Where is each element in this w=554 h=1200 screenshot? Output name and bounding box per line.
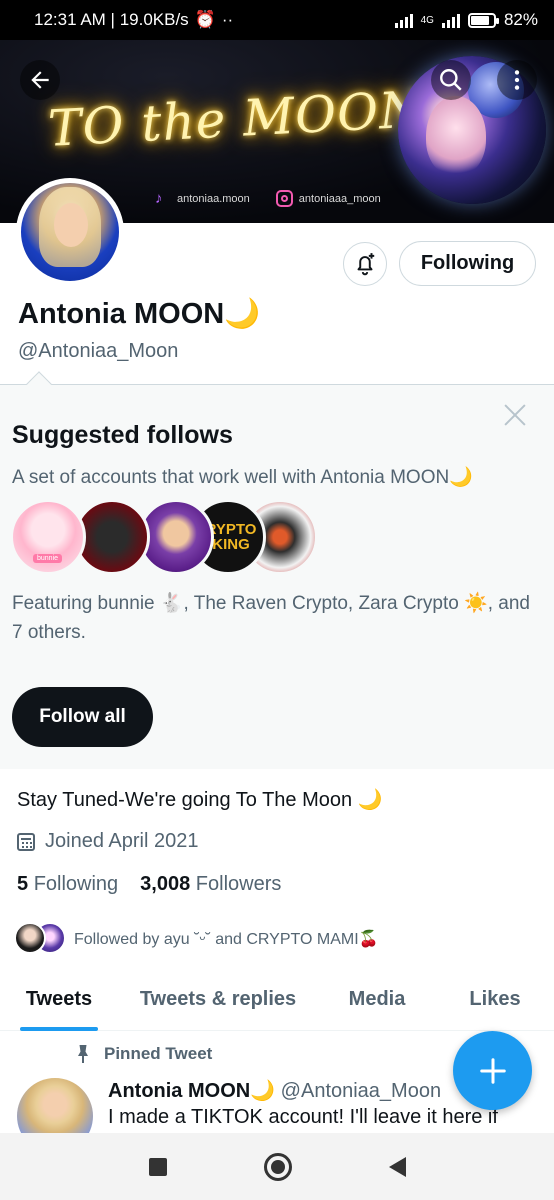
pinned-tweet-label-row: Pinned Tweet — [76, 1044, 212, 1064]
banner-title: TO the MOON — [46, 80, 426, 158]
profile-handle: @Antoniaa_Moon — [18, 340, 179, 362]
system-navigation-bar — [0, 1133, 554, 1200]
status-time-speed: 12:31 AM | 19.0KB/s — [34, 10, 189, 29]
tab-label: Likes — [469, 988, 521, 1010]
notifications-bell-button[interactable] — [343, 242, 387, 286]
following-count: 5 — [17, 873, 29, 895]
follow-all-button[interactable]: Follow all — [12, 687, 153, 747]
back-button[interactable] — [20, 60, 60, 100]
following-stat[interactable]: 5 Following — [17, 873, 118, 896]
network-type-label: 4G — [420, 14, 434, 26]
home-icon[interactable] — [263, 1152, 292, 1181]
status-bar: 12:31 AM | 19.0KB/s ⏰ ·· 4G 82% — [0, 0, 554, 40]
suggested-featuring-text: Featuring bunnie 🐇, The Raven Crypto, Za… — [12, 593, 530, 643]
joined-date: Joined April 2021 — [17, 830, 198, 853]
profile-avatar[interactable] — [16, 178, 124, 286]
followers-count: 3,008 — [140, 873, 191, 895]
tweet-header[interactable]: Antonia MOON🌙 @Antoniaa_Moon — [108, 1078, 441, 1103]
pinned-tweet-label: Pinned Tweet — [104, 1044, 213, 1063]
back-triangle-icon[interactable] — [388, 1156, 406, 1177]
followers-stat[interactable]: 3,008 Followers — [140, 873, 281, 896]
tweet-author-handle: @Antoniaa_Moon — [280, 1080, 442, 1102]
tab-label: Tweets & replies — [139, 988, 297, 1010]
tab-tweets-replies[interactable]: Tweets & replies — [118, 968, 318, 1031]
avatar-bunnie-label: bunnie — [33, 554, 63, 563]
compose-tweet-button[interactable] — [453, 1031, 532, 1110]
tab-tweets[interactable]: Tweets — [0, 968, 118, 1031]
close-icon[interactable] — [500, 399, 530, 429]
tab-likes[interactable]: Likes — [436, 968, 554, 1031]
following-label: Following — [33, 873, 119, 895]
plus-icon — [479, 1057, 506, 1084]
recent-apps-icon[interactable] — [148, 1157, 167, 1176]
instagram-handle: antoniaaa_moon — [298, 192, 381, 205]
joined-date-text: Joined April 2021 — [45, 830, 199, 852]
follow-stats: 5 Following 3,008 Followers — [17, 873, 281, 896]
calendar-icon — [17, 832, 35, 851]
tab-label: Tweets — [25, 988, 93, 1010]
wifi-signal-icon — [394, 12, 413, 28]
followed-by-text: Followed by ayu ˘ᵕ˘ and CRYPTO MAMI🍒 — [74, 931, 379, 948]
banner-social-row: ♪ antoniaa.moon antoniaaa_moon — [155, 190, 381, 207]
followed-by-avatar — [14, 922, 46, 954]
tweet-author-name: Antonia MOON🌙 — [108, 1080, 276, 1102]
following-button[interactable]: Following — [399, 241, 536, 286]
cell-signal-icon — [441, 12, 460, 28]
active-tab-indicator — [20, 1027, 98, 1031]
suggested-avatar-bunnie[interactable]: bunnie — [10, 499, 86, 575]
battery-percent: 82% — [503, 10, 538, 29]
tab-label: Media — [348, 988, 406, 1010]
suggested-follows-title: Suggested follows — [12, 421, 233, 449]
tiktok-icon: ♪ — [155, 189, 163, 207]
tweet-text[interactable]: I made a TIKTOK account! I'll leave it h… — [108, 1106, 498, 1129]
tab-media[interactable]: Media — [318, 968, 436, 1031]
more-notifications-icon: ·· — [221, 10, 234, 29]
profile-display-name: Antonia MOON🌙 — [18, 298, 261, 330]
suggested-follows-subtitle: A set of accounts that work well with An… — [12, 467, 473, 488]
profile-tabs: Tweets Tweets & replies Media Likes — [0, 968, 554, 1031]
search-button[interactable] — [431, 60, 471, 100]
profile-bio: Stay Tuned-We're going To The Moon 🌙 — [17, 789, 383, 811]
more-vertical-icon — [514, 70, 520, 90]
bell-plus-icon — [357, 253, 375, 276]
more-options-button[interactable] — [497, 60, 537, 100]
pin-icon — [76, 1045, 90, 1063]
search-icon — [440, 69, 462, 91]
tiktok-handle: antoniaa.moon — [177, 192, 250, 205]
battery-icon — [467, 12, 499, 28]
instagram-icon — [275, 190, 293, 207]
arrow-left-icon — [31, 71, 49, 89]
followers-label: Followers — [195, 873, 282, 895]
alarm-icon: ⏰ — [194, 10, 216, 29]
suggested-follows-card: Suggested follows A set of accounts that… — [0, 384, 554, 769]
followed-by-row[interactable]: Followed by ayu ˘ᵕ˘ and CRYPTO MAMI🍒 — [14, 922, 379, 956]
